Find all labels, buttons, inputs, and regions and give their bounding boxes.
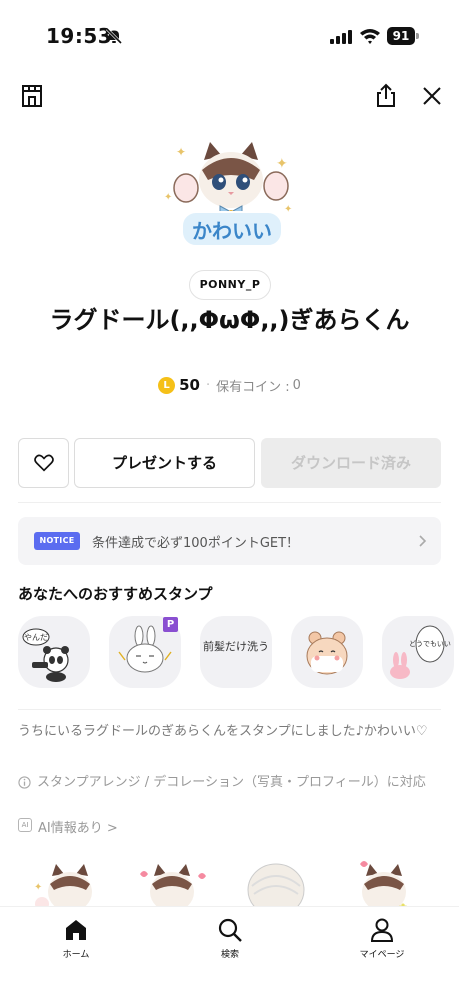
coin-icon: L <box>158 376 176 394</box>
notice-banner[interactable]: NOTICE 条件達成で必ず100ポイントGET！ <box>18 517 441 565</box>
svg-text:✦: ✦ <box>276 156 288 172</box>
nav-home-label: ホーム <box>62 950 90 960</box>
nav-search-label: 検索 <box>220 950 239 960</box>
main-sticker-image: ✦ ✦ ✦ ✦ かわいい <box>164 142 292 247</box>
price-value: 50 <box>179 376 200 394</box>
battery-level: 91 <box>387 27 415 45</box>
sticker-grid: ✦ ✿ <box>0 856 459 906</box>
status-time: 19:53 <box>46 24 113 48</box>
product-description: うちにいるラグドールのぎあらくんをスタンプにしました♪かわいい♡ <box>18 724 428 739</box>
wifi-icon <box>360 29 380 44</box>
sticker-item[interactable]: ✦ <box>28 856 108 906</box>
ai-icon: AI <box>18 818 32 832</box>
recommend-item-caption: どうでもいい <box>409 640 451 648</box>
svg-text:✦: ✦ <box>34 882 42 893</box>
notice-badge: NOTICE <box>34 532 80 550</box>
downloaded-button[interactable]: ダウンロード済み <box>261 438 441 488</box>
feature-arrange-text: スタンプアレンジ / デコレーション（写真・プロフィール）に対応 <box>37 775 426 790</box>
battery-indicator: 91 <box>387 27 419 45</box>
held-coin-separator: · <box>205 377 211 393</box>
svg-text:✦: ✦ <box>164 192 172 203</box>
hero-caption: かわいい <box>192 219 272 243</box>
status-bar: 19:53 91 <box>0 0 459 72</box>
recommend-list: やんだ 前髪だけ洗う どうでもいい <box>18 616 459 690</box>
chevron-right-icon <box>419 535 427 547</box>
price-row: L 50 · 保有コイン : 0 <box>0 374 459 396</box>
sticker-item[interactable]: ✿ <box>340 856 420 906</box>
svg-text:✦: ✦ <box>284 204 292 215</box>
like-button[interactable] <box>18 438 69 488</box>
divider <box>18 709 441 710</box>
premium-badge: P <box>163 617 178 632</box>
nav-home[interactable]: ホーム <box>36 917 116 971</box>
product-title: ラグドール(,,ΦωΦ,,)ぎあらくん <box>49 306 410 334</box>
svg-text:✦: ✦ <box>176 145 186 159</box>
bell-off-icon <box>105 27 123 45</box>
sticker-item[interactable] <box>236 856 316 906</box>
share-icon[interactable] <box>372 82 400 110</box>
ai-info-text: AI情報あり > <box>38 821 118 836</box>
sticker-item[interactable] <box>132 856 212 906</box>
shop-icon[interactable] <box>18 82 46 110</box>
author-chip[interactable]: PONNY_P <box>189 270 271 300</box>
nav-mypage-label: マイページ <box>359 950 405 960</box>
hamster-sticker-image <box>306 631 348 675</box>
signal-icon <box>330 30 352 44</box>
held-coin-label: 保有コイン : <box>216 379 290 395</box>
panda-sticker-image: やんだ <box>22 628 69 682</box>
notice-text: 条件達成で必ず100ポイントGET！ <box>92 536 300 551</box>
recommend-item[interactable]: やんだ <box>18 616 90 688</box>
recommend-item[interactable] <box>291 616 363 688</box>
search-icon <box>218 918 242 942</box>
text-sticker-image: 前髪だけ洗う <box>203 639 269 653</box>
home-icon <box>66 920 86 940</box>
close-icon[interactable] <box>418 82 446 110</box>
recommend-item-caption: 前髪だけ洗う <box>203 639 269 653</box>
battery-tip <box>416 33 419 39</box>
held-coin-value: 0 <box>292 377 301 393</box>
divider <box>18 502 441 503</box>
bottom-nav: ホーム 検索 マイページ <box>0 906 459 1000</box>
nav-search[interactable]: 検索 <box>190 917 270 971</box>
nav-mypage[interactable]: マイページ <box>342 917 422 971</box>
bunny-sticker-image: どうでもいい <box>390 625 451 679</box>
user-icon <box>370 918 394 942</box>
recommend-item[interactable]: どうでもいい <box>382 616 454 688</box>
recommend-item[interactable]: 前髪だけ洗う <box>200 616 272 688</box>
recommend-title: あなたへのおすすめスタンプ <box>18 585 213 603</box>
info-icon <box>18 776 31 789</box>
recommend-item-caption: やんだ <box>24 633 48 642</box>
heart-icon <box>34 454 54 472</box>
present-button[interactable]: プレゼントする <box>74 438 255 488</box>
